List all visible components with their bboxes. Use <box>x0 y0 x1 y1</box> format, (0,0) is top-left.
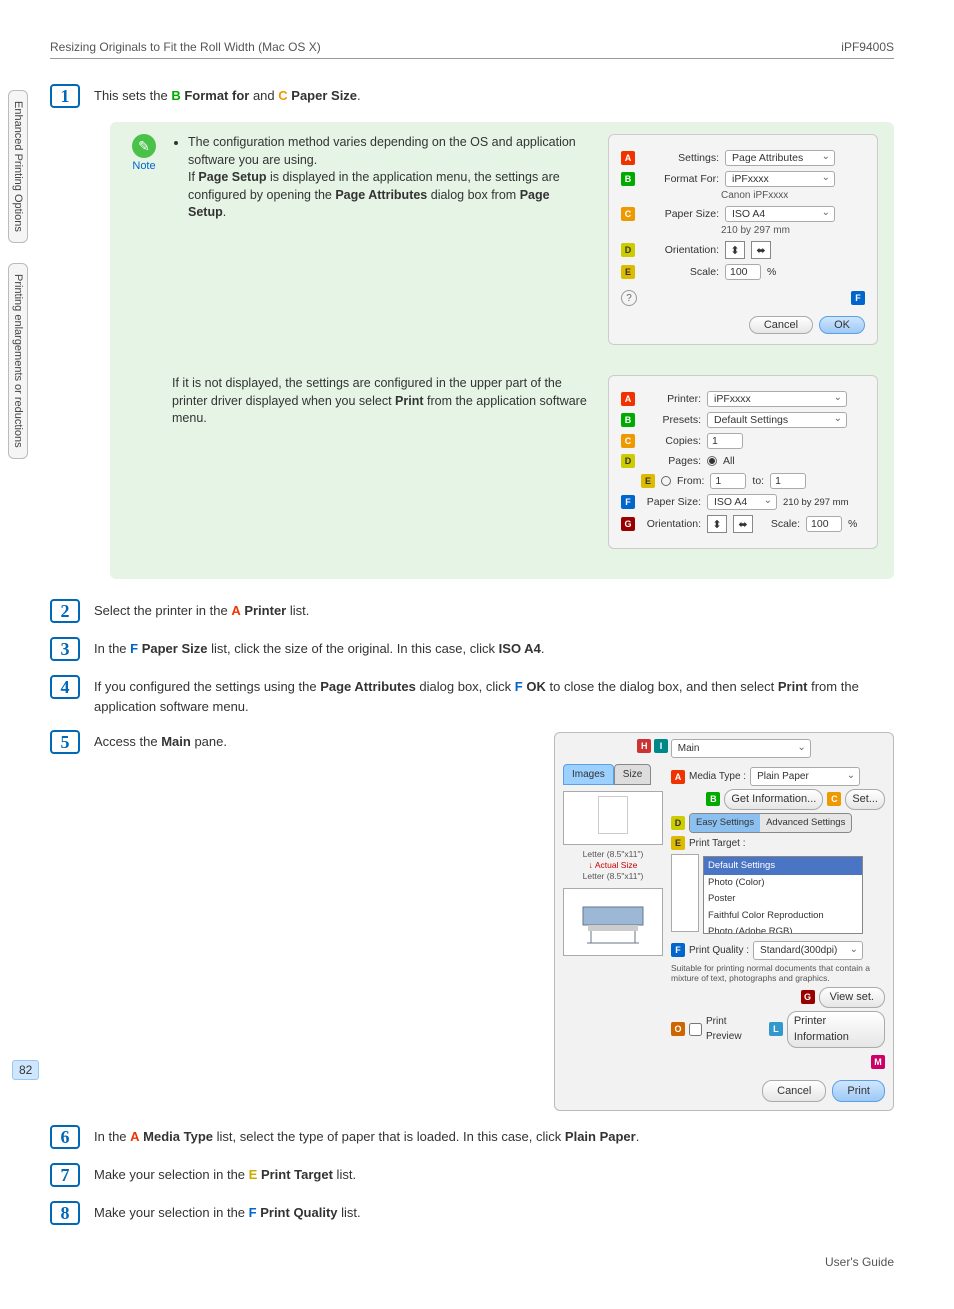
step-5-number: 5 <box>50 730 80 754</box>
help-button[interactable]: ? <box>621 290 637 306</box>
print-dialog: APrinter:iPFxxxx BPresets:Default Settin… <box>608 375 878 549</box>
step-6-number: 6 <box>50 1125 80 1149</box>
printer-preview <box>563 888 663 956</box>
presets-dropdown[interactable]: Default Settings <box>707 412 847 428</box>
set-button[interactable]: Set... <box>845 789 885 810</box>
print-target-list[interactable]: Default Settings Photo (Color) Poster Fa… <box>703 856 863 934</box>
step-3-text: In the F Paper Size list, click the size… <box>94 637 894 659</box>
print-paper-size-dropdown[interactable]: ISO A4 <box>707 494 777 510</box>
step-4-text: If you configured the settings using the… <box>94 675 894 716</box>
paper-size-dropdown[interactable]: ISO A4 <box>725 206 835 222</box>
print-preview-checkbox[interactable] <box>689 1023 702 1036</box>
from-input[interactable]: 1 <box>710 473 746 489</box>
header-left: Resizing Originals to Fit the Roll Width… <box>50 40 321 54</box>
images-tab[interactable]: Images <box>563 764 614 785</box>
main-print-button[interactable]: Print <box>832 1080 885 1103</box>
step-6-text: In the A Media Type list, select the typ… <box>94 1125 894 1147</box>
step-1-text: This sets the B Format for and C Paper S… <box>94 84 894 106</box>
step-7-number: 7 <box>50 1163 80 1187</box>
step-7-text: Make your selection in the E Print Targe… <box>94 1163 894 1185</box>
ok-button[interactable]: OK <box>819 316 865 334</box>
footer: User's Guide <box>50 1255 894 1269</box>
settings-mode-toggle[interactable]: Easy SettingsAdvanced Settings <box>689 813 852 833</box>
printer-dropdown[interactable]: iPFxxxx <box>707 391 847 407</box>
target-thumb <box>671 854 699 932</box>
printer-information-button[interactable]: Printer Information <box>787 1011 885 1048</box>
step-1-number: 1 <box>50 84 80 108</box>
media-type-dropdown[interactable]: Plain Paper <box>750 767 860 786</box>
step-8-number: 8 <box>50 1201 80 1225</box>
copies-input[interactable]: 1 <box>707 433 743 449</box>
to-input[interactable]: 1 <box>770 473 806 489</box>
page-header: Resizing Originals to Fit the Roll Width… <box>50 40 894 59</box>
quality-note: Suitable for printing normal documents t… <box>671 963 885 983</box>
page-attributes-dialog: ASettings:Page Attributes BFormat For:iP… <box>608 134 878 345</box>
step-4-number: 4 <box>50 675 80 699</box>
note-block: ✎ Note The configuration method varies d… <box>110 122 894 579</box>
main-pane-dropdown[interactable]: Main <box>671 739 811 758</box>
format-for-dropdown[interactable]: iPFxxxx <box>725 171 835 187</box>
side-tab-enhanced[interactable]: Enhanced Printing Options <box>8 90 28 243</box>
note-icon: ✎ Note <box>126 134 162 172</box>
print-orient-portrait[interactable]: ⬍ <box>707 515 727 533</box>
scale-input[interactable]: 100 <box>725 264 761 280</box>
view-set-button[interactable]: View set. <box>819 987 885 1008</box>
step-5-text: Access the Main pane. H I Main Images Si… <box>94 730 894 1111</box>
step-3-number: 3 <box>50 637 80 661</box>
pages-range-radio[interactable] <box>661 476 671 486</box>
step-8-text: Make your selection in the F Print Quali… <box>94 1201 894 1223</box>
print-scale-input[interactable]: 100 <box>806 516 842 532</box>
cancel-button[interactable]: Cancel <box>749 316 813 334</box>
main-cancel-button[interactable]: Cancel <box>762 1080 826 1103</box>
get-information-button[interactable]: Get Information... <box>724 789 823 810</box>
settings-dropdown[interactable]: Page Attributes <box>725 150 835 166</box>
side-tab-enlarge[interactable]: Printing enlargements or reductions <box>8 263 28 459</box>
main-pane-screenshot: H I Main Images Size Letter (8.5"x11") ↓… <box>554 732 894 1111</box>
size-tab[interactable]: Size <box>614 764 651 785</box>
step-2-number: 2 <box>50 599 80 623</box>
print-quality-dropdown[interactable]: Standard(300dpi) <box>753 941 863 960</box>
pages-all-radio[interactable] <box>707 456 717 466</box>
header-right: iPF9400S <box>841 40 894 54</box>
step-2-text: Select the printer in the A Printer list… <box>94 599 894 621</box>
page-number: 82 <box>12 1060 39 1080</box>
print-orient-landscape[interactable]: ⬌ <box>733 515 753 533</box>
page-preview <box>563 791 663 845</box>
orientation-landscape-button[interactable]: ⬌ <box>751 241 771 259</box>
orientation-portrait-button[interactable]: ⬍ <box>725 241 745 259</box>
